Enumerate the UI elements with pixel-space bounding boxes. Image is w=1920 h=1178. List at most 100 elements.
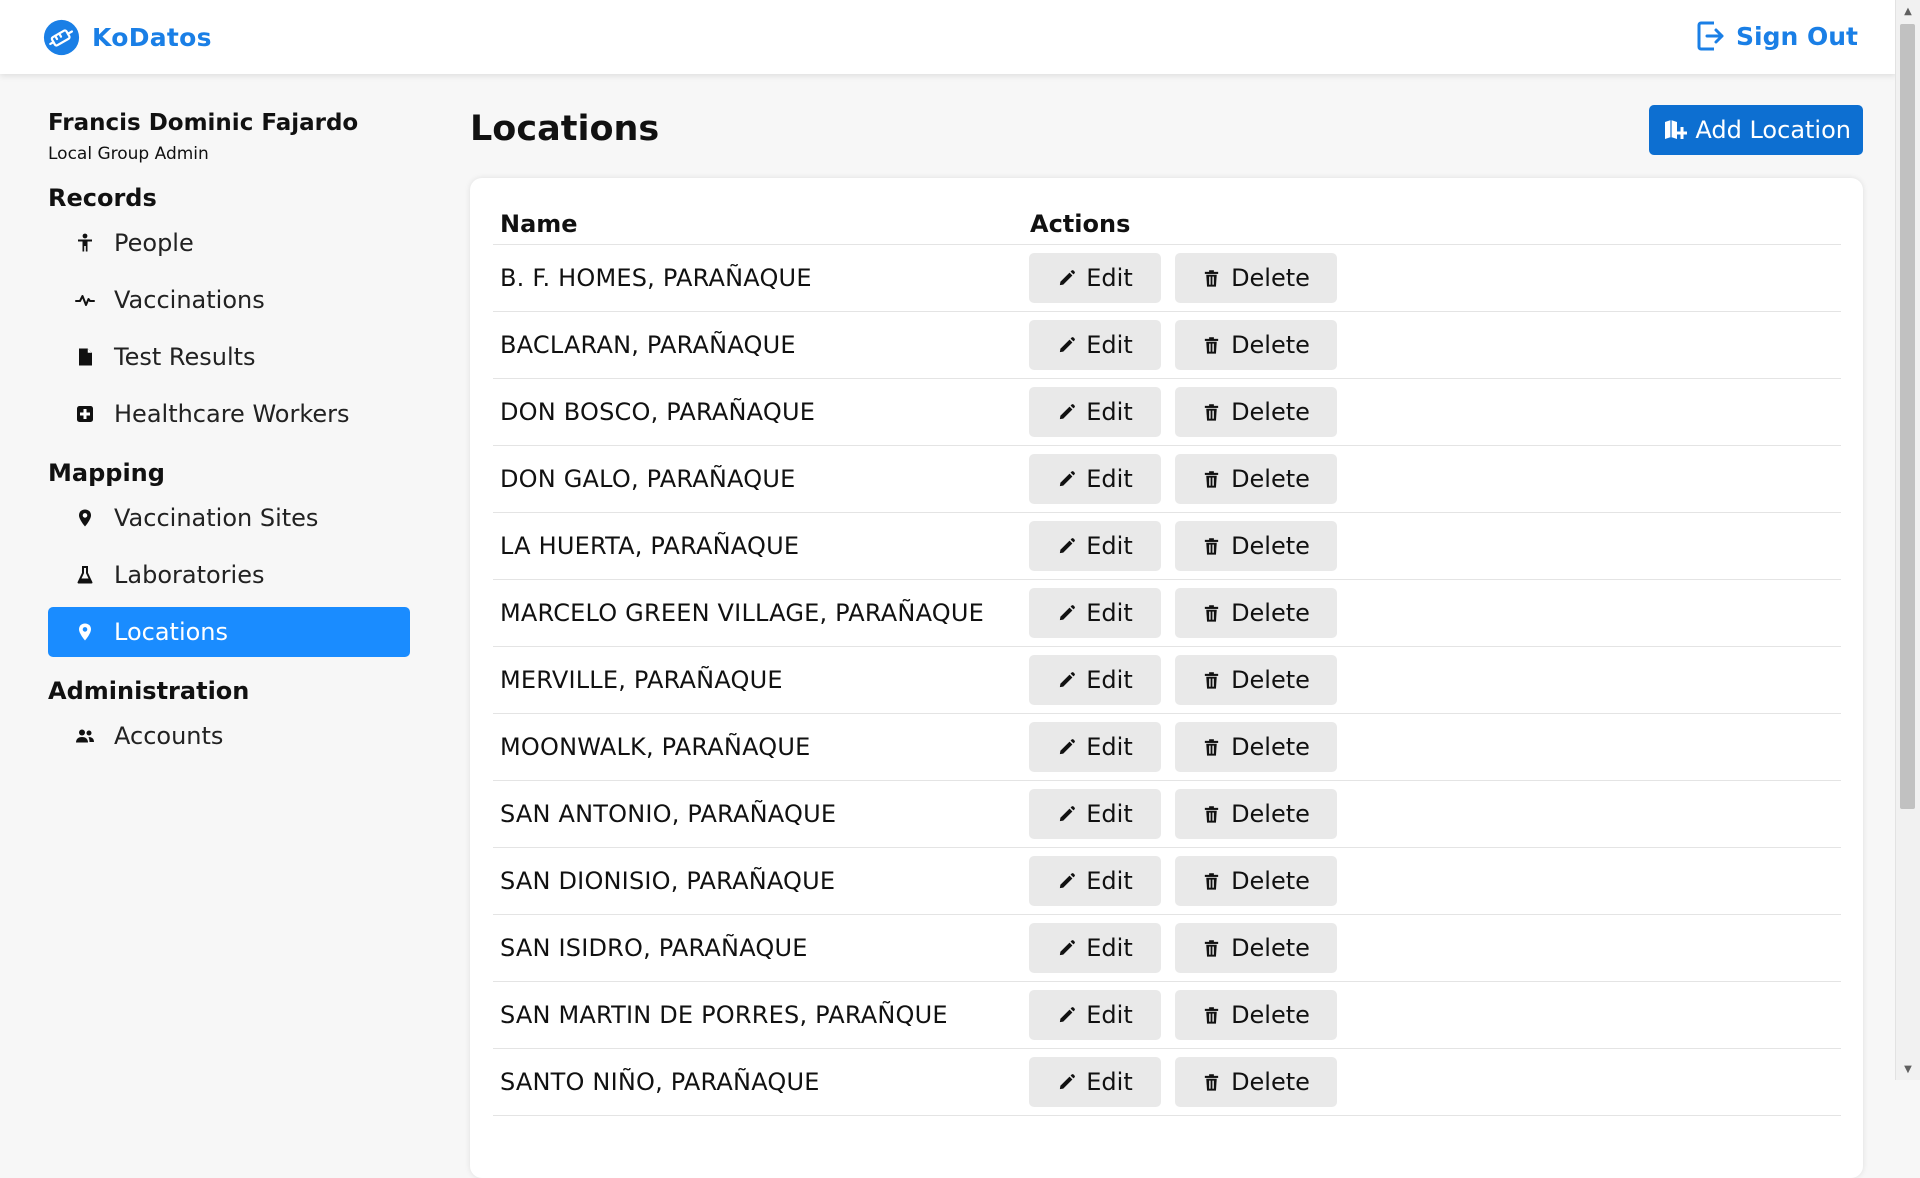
table-row: MOONWALK, PARAÑAQUE Edit Delete bbox=[493, 714, 1841, 781]
trash-icon bbox=[1204, 939, 1219, 957]
person-icon bbox=[74, 232, 96, 254]
sidebar-item-laboratories[interactable]: Laboratories bbox=[48, 550, 410, 600]
trash-icon bbox=[1204, 1006, 1219, 1024]
pencil-icon bbox=[1060, 336, 1076, 352]
scroll-thumb[interactable] bbox=[1900, 24, 1915, 809]
location-name: SAN ANTONIO, PARAÑAQUE bbox=[500, 800, 837, 828]
table-row: SAN ISIDRO, PARAÑAQUE Edit Delete bbox=[493, 915, 1841, 982]
locations-table-card: Name Actions B. F. HOMES, PARAÑAQUE Edit… bbox=[470, 178, 1863, 1178]
table-row: MARCELO GREEN VILLAGE, PARAÑAQUE Edit De… bbox=[493, 580, 1841, 647]
pencil-icon bbox=[1060, 269, 1076, 285]
edit-button[interactable]: Edit bbox=[1029, 722, 1161, 772]
trash-icon bbox=[1204, 671, 1219, 689]
pencil-icon bbox=[1060, 604, 1076, 620]
scroll-down-arrow-icon[interactable]: ▼ bbox=[1896, 1058, 1920, 1080]
edit-button[interactable]: Edit bbox=[1029, 320, 1161, 370]
delete-label: Delete bbox=[1231, 1068, 1310, 1096]
delete-button[interactable]: Delete bbox=[1175, 990, 1337, 1040]
delete-button[interactable]: Delete bbox=[1175, 856, 1337, 906]
sidebar: Francis Dominic Fajardo Local Group Admi… bbox=[48, 110, 410, 768]
sidebar-item-label: Vaccination Sites bbox=[114, 504, 319, 532]
table-row: LA HUERTA, PARAÑAQUE Edit Delete bbox=[493, 513, 1841, 580]
edit-label: Edit bbox=[1086, 264, 1133, 292]
sign-out-label: Sign Out bbox=[1736, 21, 1858, 51]
edit-button[interactable]: Edit bbox=[1029, 454, 1161, 504]
table-row: BACLARAN, PARAÑAQUE Edit Delete bbox=[493, 312, 1841, 379]
pencil-icon bbox=[1060, 1073, 1076, 1089]
sidebar-item-vaccination-sites[interactable]: Vaccination Sites bbox=[48, 493, 410, 543]
trash-icon bbox=[1204, 537, 1219, 555]
sidebar-item-healthcare-workers[interactable]: Healthcare Workers bbox=[48, 389, 410, 439]
sign-out-button[interactable]: Sign Out bbox=[1696, 20, 1858, 52]
trash-icon bbox=[1204, 269, 1219, 287]
sidebar-item-label: Healthcare Workers bbox=[114, 400, 350, 428]
sidebar-item-label: Accounts bbox=[114, 722, 224, 750]
brand[interactable]: KoDatos bbox=[43, 19, 212, 56]
pencil-icon bbox=[1060, 805, 1076, 821]
delete-button[interactable]: Delete bbox=[1175, 521, 1337, 571]
page-scrollbar[interactable]: ▲ ▼ bbox=[1895, 0, 1920, 1080]
top-bar: KoDatos Sign Out bbox=[0, 0, 1896, 74]
delete-label: Delete bbox=[1231, 733, 1310, 761]
add-location-button[interactable]: Add Location bbox=[1649, 105, 1863, 155]
edit-label: Edit bbox=[1086, 800, 1133, 828]
delete-button[interactable]: Delete bbox=[1175, 923, 1337, 973]
sidebar-item-people[interactable]: People bbox=[48, 218, 410, 268]
delete-label: Delete bbox=[1231, 398, 1310, 426]
delete-button[interactable]: Delete bbox=[1175, 588, 1337, 638]
delete-button[interactable]: Delete bbox=[1175, 722, 1337, 772]
delete-label: Delete bbox=[1231, 666, 1310, 694]
edit-button[interactable]: Edit bbox=[1029, 588, 1161, 638]
pencil-icon bbox=[1060, 671, 1076, 687]
add-location-icon bbox=[1665, 120, 1688, 139]
edit-button[interactable]: Edit bbox=[1029, 253, 1161, 303]
sign-out-icon bbox=[1697, 21, 1724, 51]
pin-icon bbox=[74, 507, 96, 529]
edit-button[interactable]: Edit bbox=[1029, 990, 1161, 1040]
edit-label: Edit bbox=[1086, 465, 1133, 493]
delete-label: Delete bbox=[1231, 800, 1310, 828]
delete-button[interactable]: Delete bbox=[1175, 454, 1337, 504]
pencil-icon bbox=[1060, 403, 1076, 419]
edit-button[interactable]: Edit bbox=[1029, 1057, 1161, 1107]
delete-label: Delete bbox=[1231, 934, 1310, 962]
page-title: Locations bbox=[470, 109, 660, 149]
kodatos-logo-icon bbox=[43, 19, 80, 56]
pencil-icon bbox=[1060, 537, 1076, 553]
edit-label: Edit bbox=[1086, 733, 1133, 761]
location-name: MARCELO GREEN VILLAGE, PARAÑAQUE bbox=[500, 599, 984, 627]
delete-button[interactable]: Delete bbox=[1175, 789, 1337, 839]
sidebar-item-locations[interactable]: Locations bbox=[48, 607, 410, 657]
sidebar-item-test-results[interactable]: Test Results bbox=[48, 332, 410, 382]
delete-label: Delete bbox=[1231, 465, 1310, 493]
sidebar-item-label: Test Results bbox=[114, 343, 256, 371]
sidebar-item-vaccinations[interactable]: Vaccinations bbox=[48, 275, 410, 325]
location-name: B. F. HOMES, PARAÑAQUE bbox=[500, 264, 812, 292]
edit-button[interactable]: Edit bbox=[1029, 387, 1161, 437]
edit-button[interactable]: Edit bbox=[1029, 521, 1161, 571]
trash-icon bbox=[1204, 604, 1219, 622]
scroll-up-arrow-icon[interactable]: ▲ bbox=[1896, 0, 1920, 22]
delete-button[interactable]: Delete bbox=[1175, 387, 1337, 437]
trash-icon bbox=[1204, 1073, 1219, 1091]
table-row: B. F. HOMES, PARAÑAQUE Edit Delete bbox=[493, 245, 1841, 312]
location-name: SANTO NIÑO, PARAÑAQUE bbox=[500, 1068, 820, 1096]
delete-button[interactable]: Delete bbox=[1175, 253, 1337, 303]
file-icon bbox=[74, 346, 96, 368]
edit-button[interactable]: Edit bbox=[1029, 789, 1161, 839]
delete-button[interactable]: Delete bbox=[1175, 655, 1337, 705]
delete-button[interactable]: Delete bbox=[1175, 320, 1337, 370]
edit-button[interactable]: Edit bbox=[1029, 923, 1161, 973]
trash-icon bbox=[1204, 805, 1219, 823]
table-row: SAN MARTIN DE PORRES, PARAÑQUE Edit Dele… bbox=[493, 982, 1841, 1049]
edit-button[interactable]: Edit bbox=[1029, 856, 1161, 906]
sidebar-item-accounts[interactable]: Accounts bbox=[48, 711, 410, 761]
location-name: SAN ISIDRO, PARAÑAQUE bbox=[500, 934, 808, 962]
edit-label: Edit bbox=[1086, 867, 1133, 895]
sidebar-item-label: Vaccinations bbox=[114, 286, 265, 314]
trash-icon bbox=[1204, 872, 1219, 890]
delete-button[interactable]: Delete bbox=[1175, 1057, 1337, 1107]
edit-button[interactable]: Edit bbox=[1029, 655, 1161, 705]
sidebar-section-records: Records bbox=[48, 184, 157, 212]
sidebar-section-mapping: Mapping bbox=[48, 459, 165, 487]
